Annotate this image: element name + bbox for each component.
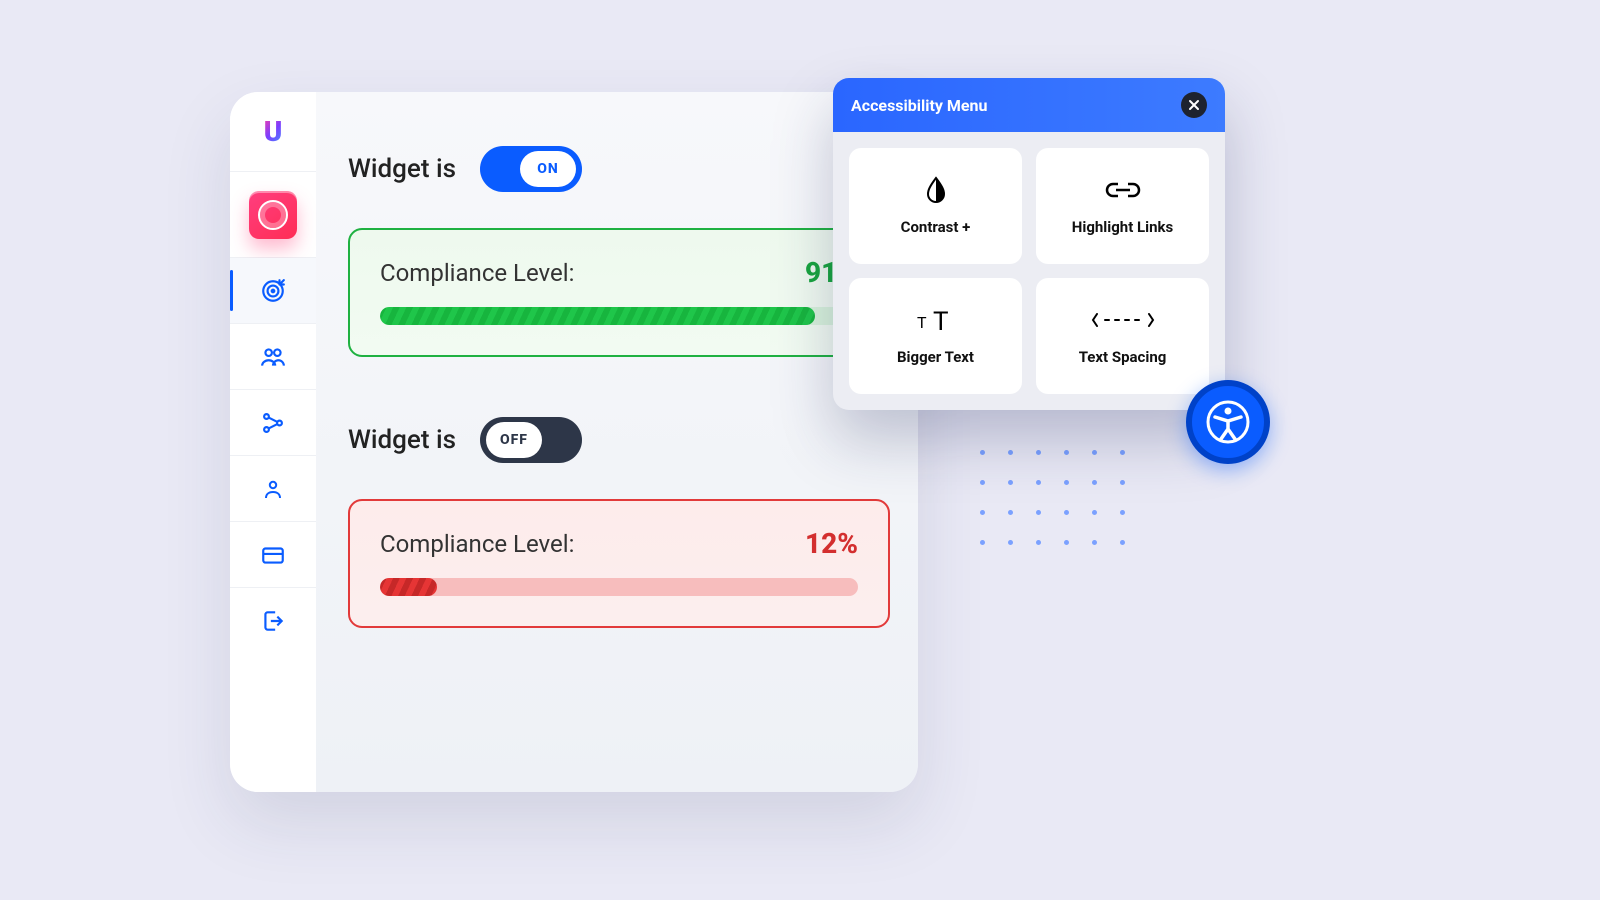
tile-links-label: Highlight Links xyxy=(1072,218,1173,236)
tile-bigger-text[interactable]: TT Bigger Text xyxy=(849,278,1022,394)
contrast-icon xyxy=(924,176,948,204)
text-spacing-icon xyxy=(1091,306,1155,334)
close-icon xyxy=(1188,99,1200,111)
compliance-off-title: Compliance Level: xyxy=(380,530,574,558)
person-icon xyxy=(261,477,285,501)
accessibility-icon xyxy=(1205,399,1251,445)
sidebar-item-billing[interactable] xyxy=(230,522,316,588)
sidebar-item-app[interactable] xyxy=(230,172,316,258)
widget-toggle-on[interactable]: ON xyxy=(480,146,582,192)
compliance-on-title: Compliance Level: xyxy=(380,259,574,287)
widget-on-row: Widget is ON xyxy=(348,146,890,192)
compliance-off-pct: 12% xyxy=(805,527,858,560)
sidebar: U xyxy=(230,92,316,792)
dashboard-panel: U Widget is ON xyxy=(230,92,918,792)
popup-header: Accessibility Menu xyxy=(833,78,1225,132)
compliance-on-fill xyxy=(380,307,815,325)
users-icon xyxy=(260,344,286,370)
decorative-dot-grid xyxy=(980,450,1134,554)
popup-grid: Contrast + Highlight Links TT Bigger Tex… xyxy=(833,132,1225,410)
toggle-off-knob: OFF xyxy=(486,422,542,458)
brand-logo[interactable]: U xyxy=(230,92,316,172)
sidebar-item-target[interactable] xyxy=(230,258,316,324)
tile-bigger-label: Bigger Text xyxy=(897,348,974,366)
tile-contrast[interactable]: Contrast + xyxy=(849,148,1022,264)
close-button[interactable] xyxy=(1181,92,1207,118)
compliance-on-bar xyxy=(380,307,858,325)
sidebar-item-users[interactable] xyxy=(230,324,316,390)
svg-text:T: T xyxy=(933,307,949,334)
sidebar-item-logout[interactable] xyxy=(230,588,316,654)
sidebar-item-analytics[interactable] xyxy=(230,390,316,456)
compliance-off-bar xyxy=(380,578,858,596)
compliance-card-off: Compliance Level: 12% xyxy=(348,499,890,628)
share-nodes-icon xyxy=(260,410,286,436)
tile-highlight-links[interactable]: Highlight Links xyxy=(1036,148,1209,264)
tile-spacing-label: Text Spacing xyxy=(1079,348,1167,366)
app-icon xyxy=(249,191,297,239)
tile-contrast-label: Contrast + xyxy=(901,218,971,236)
widget-off-label: Widget is xyxy=(348,425,456,455)
popup-title: Accessibility Menu xyxy=(851,96,987,115)
widget-on-label: Widget is xyxy=(348,154,456,184)
link-icon xyxy=(1103,176,1143,204)
svg-text:T: T xyxy=(917,313,927,332)
logo-u-icon: U xyxy=(264,115,283,148)
compliance-off-fill xyxy=(380,578,437,596)
sidebar-item-account[interactable] xyxy=(230,456,316,522)
toggle-on-knob: ON xyxy=(520,151,576,187)
target-icon xyxy=(260,278,286,304)
widget-toggle-off[interactable]: OFF xyxy=(480,417,582,463)
main-content: Widget is ON Compliance Level: 91% Widge… xyxy=(348,146,890,688)
compliance-card-on: Compliance Level: 91% xyxy=(348,228,890,357)
accessibility-popup: Accessibility Menu Contrast + Highlight … xyxy=(833,78,1225,410)
logout-icon xyxy=(260,608,286,634)
accessibility-fab[interactable] xyxy=(1186,380,1270,464)
widget-off-row: Widget is OFF xyxy=(348,417,890,463)
tile-text-spacing[interactable]: Text Spacing xyxy=(1036,278,1209,394)
card-icon xyxy=(260,542,286,568)
bigger-text-icon: TT xyxy=(913,306,959,334)
